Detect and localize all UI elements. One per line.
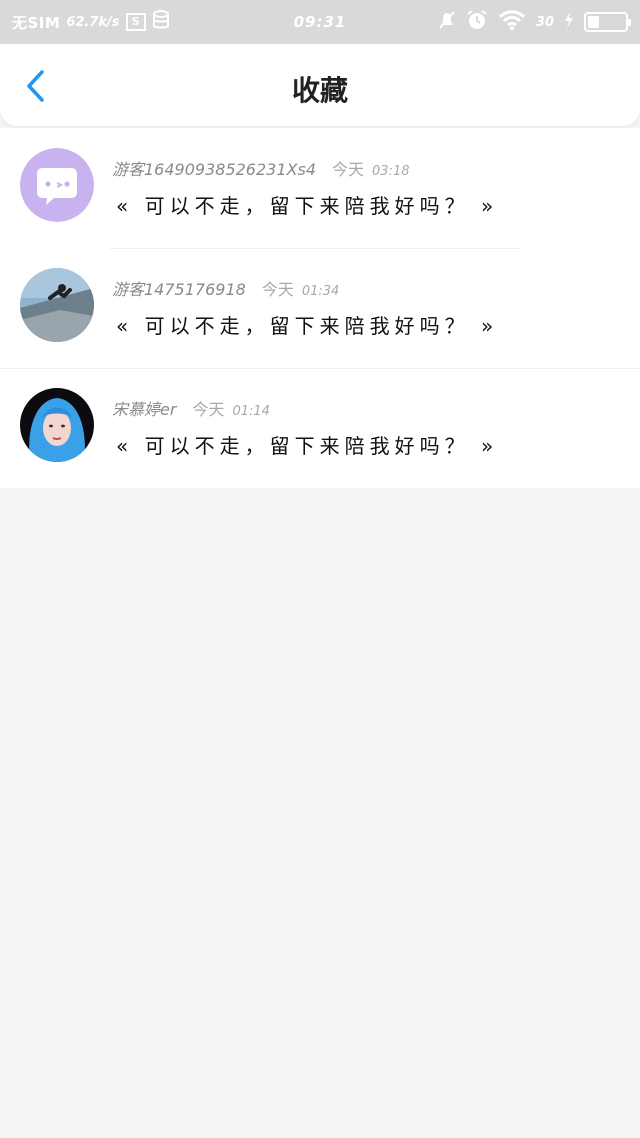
charging-bolt-icon — [564, 12, 574, 32]
item-meta: 宋慕婷er 今天 01:14 — [112, 396, 270, 420]
time-label: 01:34 — [301, 284, 340, 299]
avatar[interactable] — [20, 268, 94, 342]
favorite-item[interactable]: 游客16490938526231Xs4 今天 03:18 « 可以不走，留下来陪… — [0, 128, 640, 248]
time-label: 01:14 — [232, 404, 270, 419]
username: 游客1475176918 — [112, 280, 246, 299]
back-button[interactable] — [16, 66, 56, 106]
username: 游客16490938526231Xs4 — [112, 160, 316, 179]
sim-box-icon: S — [125, 13, 146, 31]
status-bar: 无SIM 62.7k/s S 09:31 30 — [0, 0, 640, 44]
back-chevron-icon — [27, 70, 44, 102]
network-speed: 62.7k/s — [66, 14, 120, 30]
carrier-label: 无SIM — [12, 13, 61, 32]
avatar[interactable] — [20, 148, 94, 222]
battery-level-text: 30 — [535, 14, 554, 30]
status-left: 无SIM 62.7k/s S — [12, 0, 170, 44]
favorites-list: 游客16490938526231Xs4 今天 03:18 « 可以不走，留下来陪… — [0, 128, 640, 488]
quote-text: « 可以不走，留下来陪我好吗？ » — [116, 434, 499, 458]
date-label: 今天 — [261, 280, 294, 299]
wifi-icon — [498, 9, 526, 35]
battery-icon — [584, 12, 631, 32]
battery-fill — [588, 16, 599, 28]
avatar[interactable] — [20, 388, 94, 462]
item-meta: 游客1475176918 今天 01:34 — [112, 276, 339, 300]
favorite-item[interactable]: 宋慕婷er 今天 01:14 « 可以不走，留下来陪我好吗？ » — [0, 368, 640, 488]
page-title: 收藏 — [291, 74, 348, 107]
favorite-item[interactable]: 游客1475176918 今天 01:34 « 可以不走，留下来陪我好吗？ » — [0, 248, 640, 368]
header: 收藏 — [0, 44, 640, 126]
username: 宋慕婷er — [112, 400, 177, 419]
date-label: 今天 — [192, 400, 225, 419]
database-icon — [152, 10, 170, 34]
status-right: 30 — [438, 0, 631, 44]
item-meta: 游客16490938526231Xs4 今天 03:18 — [112, 156, 409, 180]
quote-text: « 可以不走，留下来陪我好吗？ » — [116, 314, 499, 338]
alarm-icon — [466, 9, 488, 35]
mute-icon — [438, 10, 456, 34]
quote-text: « 可以不走，留下来陪我好吗？ » — [116, 194, 499, 218]
time-label: 03:18 — [372, 164, 410, 179]
date-label: 今天 — [332, 160, 365, 179]
